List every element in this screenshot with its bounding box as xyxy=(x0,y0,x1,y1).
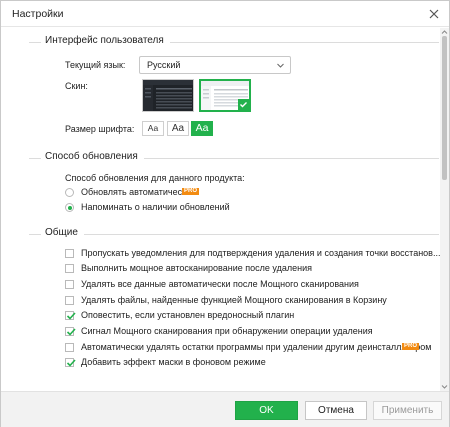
section-interface-title: Интерфейс пользователя xyxy=(41,35,170,46)
update-auto-radio[interactable] xyxy=(65,188,74,197)
option-checkbox[interactable] xyxy=(65,358,76,367)
cancel-button[interactable]: Отмена xyxy=(305,401,367,420)
language-select-value: Русский xyxy=(147,60,181,70)
scroll-up-icon[interactable] xyxy=(440,28,449,36)
option-checkbox[interactable] xyxy=(65,311,76,320)
dialog-footer: OK Отмена Применить xyxy=(1,391,449,427)
apply-button[interactable]: Применить xyxy=(373,401,442,420)
font-size-small-button[interactable]: Aa xyxy=(142,121,164,136)
language-select[interactable]: Русский xyxy=(139,56,291,74)
section-general-header: Общие xyxy=(29,227,439,241)
section-divider xyxy=(29,234,439,235)
skin-label: Скин: xyxy=(65,81,88,91)
option-label[interactable]: Выполнить мощное автосканирование после … xyxy=(81,263,312,273)
option-checkbox[interactable] xyxy=(65,264,74,273)
skin-light-thumbnail[interactable] xyxy=(199,79,251,112)
option-label[interactable]: Оповестить, если установлен вредоносный … xyxy=(81,310,294,320)
section-general-title: Общие xyxy=(41,227,84,238)
update-description: Способ обновления для данного продукта: xyxy=(65,173,245,183)
chevron-down-icon xyxy=(276,61,285,70)
title-bar: Настройки xyxy=(1,1,449,27)
font-size-large-button[interactable]: Aa xyxy=(191,121,213,136)
scroll-down-icon[interactable] xyxy=(440,383,449,391)
ok-button[interactable]: OK xyxy=(235,401,298,420)
option-checkbox[interactable] xyxy=(65,296,74,305)
option-label[interactable]: Пропускать уведомления для подтверждения… xyxy=(81,248,440,258)
checkmark-icon xyxy=(66,312,76,320)
option-checkbox[interactable] xyxy=(65,249,74,258)
checkmark-icon xyxy=(66,328,76,336)
font-size-label: Размер шрифта: xyxy=(65,124,135,134)
language-label: Текущий язык: xyxy=(65,60,126,70)
update-notify-label[interactable]: Напоминать о наличии обновлений xyxy=(81,202,230,212)
option-label[interactable]: Сигнал Мощного сканирования при обнаруже… xyxy=(81,326,373,336)
settings-dialog: Настройки Интерфейс пользователя Текущий… xyxy=(0,0,450,427)
option-checkbox[interactable] xyxy=(65,343,74,352)
option-label[interactable]: Удалять файлы, найденные функцией Мощног… xyxy=(81,295,387,305)
checkmark-icon xyxy=(66,359,76,367)
option-label[interactable]: Добавить эффект маски в фоновом режиме xyxy=(81,357,266,367)
section-interface-header: Интерфейс пользователя xyxy=(29,35,439,49)
skin-dark-thumbnail[interactable] xyxy=(142,79,194,112)
vertical-scrollbar[interactable] xyxy=(440,28,449,391)
close-icon[interactable] xyxy=(425,5,443,23)
section-update-title: Способ обновления xyxy=(41,151,144,162)
option-label[interactable]: Автоматически удалять остатки программы … xyxy=(81,342,431,352)
font-size-medium-button[interactable]: Aa xyxy=(167,121,189,136)
option-checkbox[interactable] xyxy=(65,327,76,336)
checkmark-icon xyxy=(238,99,249,110)
section-update-header: Способ обновления xyxy=(29,151,439,165)
pro-badge: PRO xyxy=(402,343,420,350)
dialog-title: Настройки xyxy=(12,8,64,20)
scrollbar-thumb[interactable] xyxy=(442,36,447,180)
update-notify-radio[interactable] xyxy=(65,203,74,212)
option-label[interactable]: Удалять все данные автоматически после М… xyxy=(81,279,359,289)
pro-badge: PRO xyxy=(182,188,200,195)
option-checkbox[interactable] xyxy=(65,280,74,289)
settings-content: Интерфейс пользователя Текущий язык: Рус… xyxy=(1,28,449,391)
update-auto-label[interactable]: Обновлять автоматически xyxy=(81,187,191,197)
